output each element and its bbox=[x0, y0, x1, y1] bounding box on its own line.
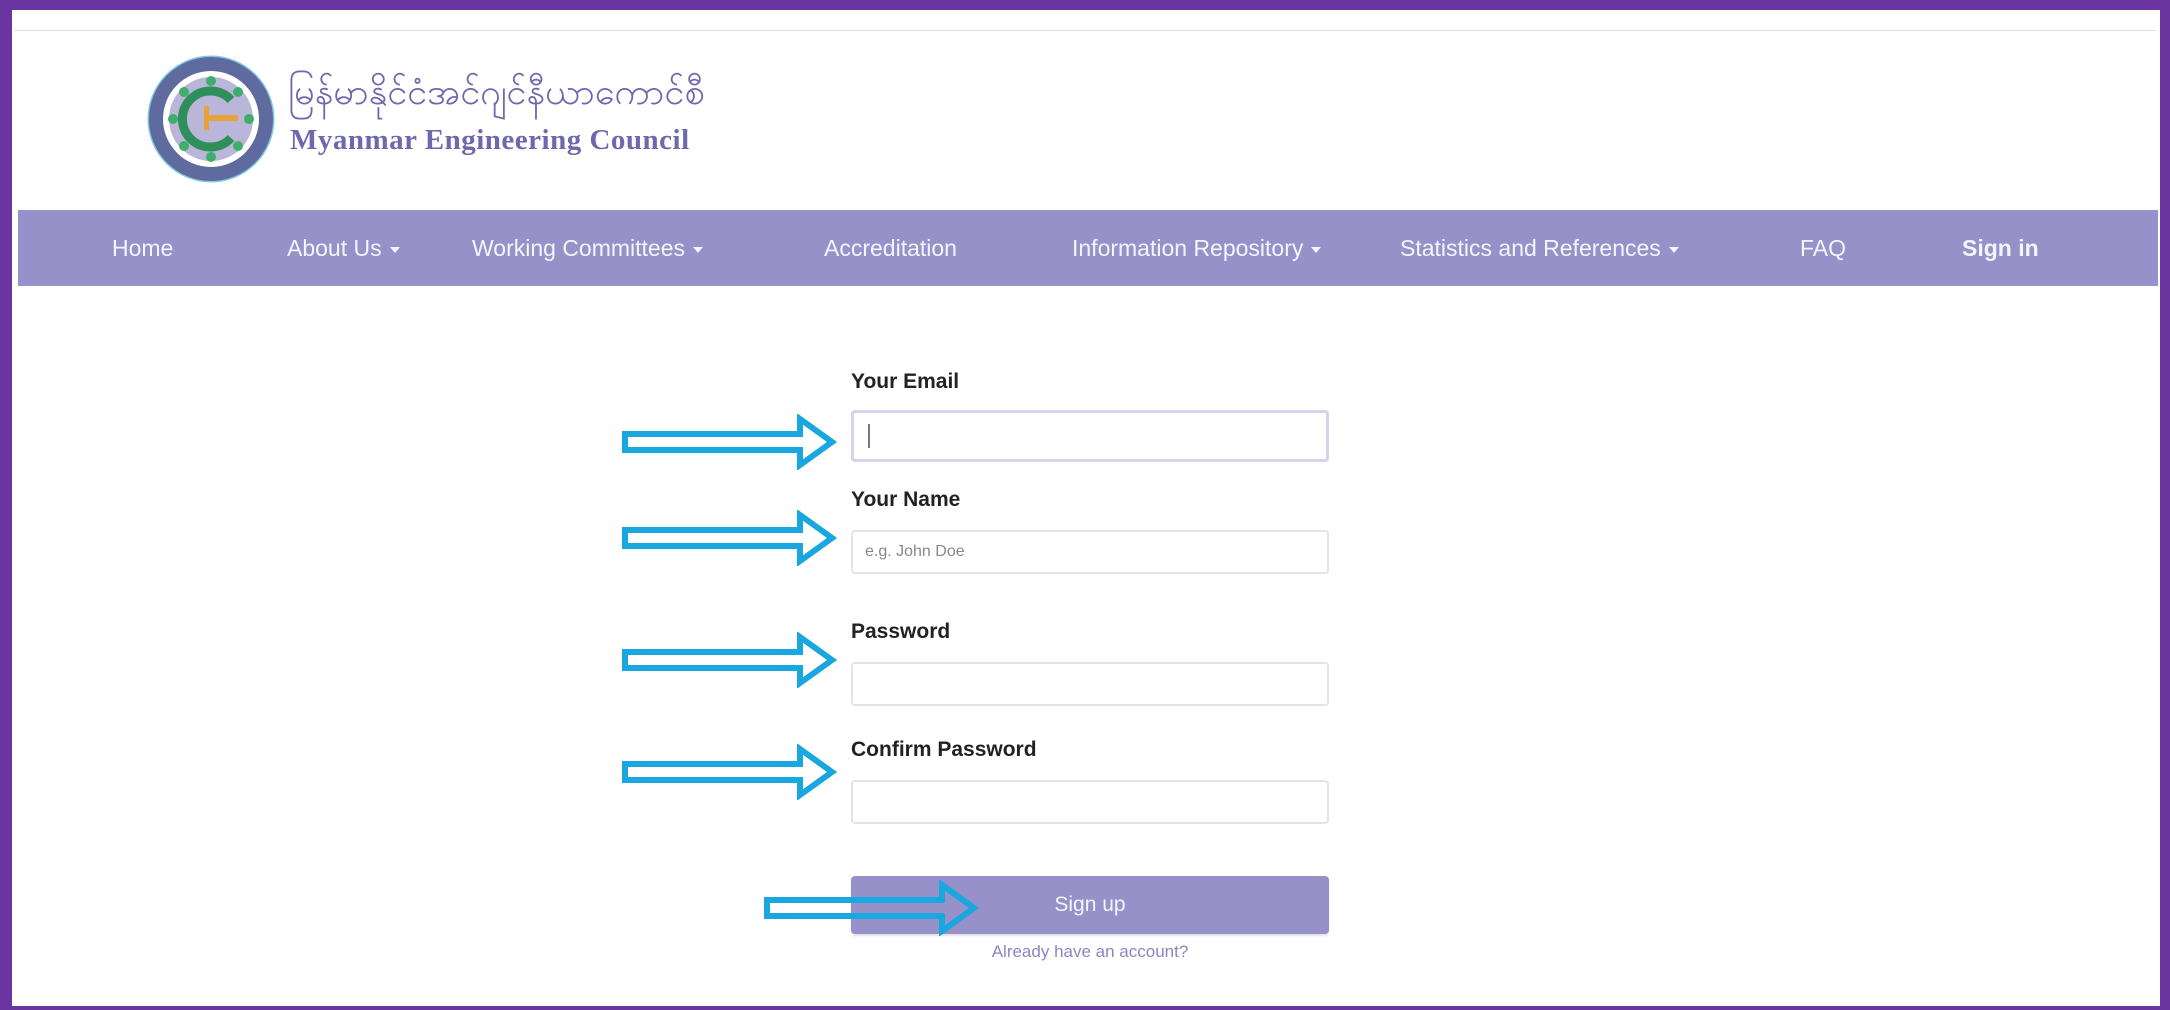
brand-name-myanmar: မြန်မာနိုင်ငံအင်ဂျင်နီယာကောင်စီ bbox=[288, 72, 705, 113]
nav-home-label: Home bbox=[112, 235, 174, 261]
caret-down-icon bbox=[1668, 246, 1679, 253]
password-field[interactable] bbox=[851, 662, 1329, 706]
name-label: Your Name bbox=[851, 488, 961, 511]
nav-accreditation[interactable]: Accreditation bbox=[824, 210, 957, 286]
nav-about-us[interactable]: About Us bbox=[287, 210, 400, 286]
nav-faq-label: FAQ bbox=[1800, 235, 1847, 261]
nav-statistics-references[interactable]: Statistics and References bbox=[1400, 210, 1679, 286]
password-label: Password bbox=[851, 620, 951, 643]
nav-about-us-label: About Us bbox=[287, 235, 382, 261]
arrow-right-icon bbox=[622, 632, 838, 688]
name-field[interactable] bbox=[851, 530, 1329, 574]
confirm-password-field[interactable] bbox=[851, 780, 1329, 824]
arrow-right-icon bbox=[622, 510, 838, 566]
nav-sign-in-label: Sign in bbox=[1962, 235, 2039, 261]
nav-working-committees[interactable]: Working Committees bbox=[472, 210, 704, 286]
arrow-right-icon bbox=[764, 880, 980, 936]
text-cursor bbox=[868, 424, 870, 448]
brand-name-english: Myanmar Engineering Council bbox=[290, 124, 690, 156]
nav-information-repository[interactable]: Information Repository bbox=[1072, 210, 1322, 286]
nav-information-repository-label: Information Repository bbox=[1072, 235, 1304, 261]
caret-down-icon bbox=[1311, 246, 1322, 253]
mec-logo-icon[interactable] bbox=[146, 54, 276, 184]
nav-working-committees-label: Working Committees bbox=[472, 235, 686, 261]
caret-down-icon bbox=[693, 246, 704, 253]
nav-statistics-references-label: Statistics and References bbox=[1400, 235, 1661, 261]
confirm-password-label: Confirm Password bbox=[851, 738, 1037, 761]
email-field[interactable] bbox=[851, 410, 1329, 462]
email-label: Your Email bbox=[851, 370, 960, 393]
main-navbar: Home About Us Working Committees Accredi… bbox=[18, 210, 2158, 286]
arrow-right-icon bbox=[622, 744, 838, 800]
nav-faq[interactable]: FAQ bbox=[1800, 210, 1846, 286]
nav-home[interactable]: Home bbox=[112, 210, 173, 286]
header-divider bbox=[14, 30, 2156, 31]
already-have-account-link[interactable]: Already have an account? bbox=[851, 942, 1329, 962]
arrow-right-icon bbox=[622, 414, 838, 470]
caret-down-icon bbox=[389, 246, 400, 253]
nav-accreditation-label: Accreditation bbox=[824, 235, 957, 261]
nav-sign-in[interactable]: Sign in bbox=[1962, 210, 2039, 286]
